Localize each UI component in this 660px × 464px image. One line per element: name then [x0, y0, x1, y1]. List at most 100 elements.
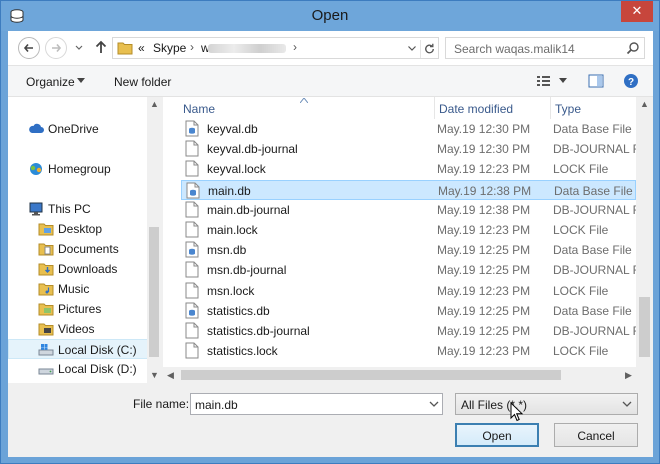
nav-item-documents[interactable]: Documents [8, 239, 148, 259]
nav-label: Local Disk (C:) [58, 343, 137, 357]
file-row[interactable]: keyval.db May.19 12:30 PM Data Base File [181, 119, 636, 139]
file-name: msn.db [207, 243, 247, 258]
nav-item-onedrive[interactable]: OneDrive [8, 119, 148, 139]
scrollbar-thumb[interactable] [181, 370, 561, 380]
file-row[interactable]: statistics.db May.19 12:25 PM Data Base Fi… [181, 301, 636, 321]
recent-locations-icon[interactable] [74, 43, 84, 53]
help-icon[interactable]: ? [623, 73, 639, 89]
file-date: May.19 12:25 PM [437, 303, 531, 318]
file-horizontal-scrollbar[interactable]: ◀ ▶ [163, 367, 636, 383]
file-date: May.19 12:25 PM [437, 324, 531, 338]
file-vertical-scrollbar[interactable]: ▲ [636, 97, 653, 383]
blank-file-icon [185, 160, 199, 177]
database-file-icon [185, 241, 199, 258]
address-separator-end[interactable]: › [293, 40, 297, 54]
title-bar[interactable]: Open ✕ [1, 1, 659, 31]
file-row[interactable]: msn.db May.19 12:25 PM Data Base File [181, 240, 636, 260]
file-row[interactable]: main.db May.19 12:38 PM Data Base File [181, 179, 636, 200]
address-overflow[interactable]: « [138, 41, 145, 55]
organize-menu[interactable]: Organize [26, 75, 75, 89]
nav-item-homegroup[interactable]: Homegroup [8, 159, 148, 179]
search-input[interactable]: Search waqas.malik14 [445, 37, 645, 59]
forward-button[interactable] [45, 37, 67, 59]
file-date: May.19 12:23 PM [437, 223, 531, 237]
nav-item-downloads[interactable]: Downloads [8, 259, 148, 279]
scrollbar-thumb[interactable] [149, 227, 159, 357]
nav-label: Videos [58, 322, 95, 336]
window-title: Open [311, 7, 349, 24]
scroll-up-arrow-icon[interactable]: ▲ [640, 99, 649, 109]
refresh-icon[interactable] [420, 40, 438, 58]
nav-item-local-disk-c[interactable]: Local Disk (C:) [8, 339, 148, 359]
nav-scrollbar[interactable]: ▲ ▼ [147, 97, 161, 383]
downloads-folder-icon [38, 263, 54, 276]
search-icon[interactable] [626, 41, 640, 55]
file-date: May.19 12:23 PM [437, 162, 531, 177]
homegroup-icon [30, 163, 42, 175]
file-type-select[interactable]: All Files (*.*) [455, 393, 638, 415]
file-name: statistics.lock [207, 344, 278, 359]
scroll-down-arrow-icon[interactable]: ▼ [150, 370, 159, 380]
nav-label: Pictures [58, 302, 102, 316]
nav-item-pictures[interactable]: Pictures [8, 299, 148, 319]
videos-folder-icon [38, 323, 54, 336]
file-row[interactable]: main.db-journal May.19 12:38 PM DB-JOURNAL… [181, 200, 652, 220]
file-type: Data Base File [553, 122, 632, 136]
new-folder-button[interactable]: New folder [114, 75, 171, 89]
nav-item-music[interactable]: Music [8, 279, 148, 299]
view-dropdown-icon[interactable] [559, 78, 567, 84]
column-date-label: Date modified [439, 102, 514, 116]
address-separator[interactable]: › [190, 40, 194, 54]
column-type-label: Type [555, 102, 582, 116]
nav-item-local-disk-d[interactable]: Local Disk (D:) [8, 359, 148, 379]
file-row[interactable]: statistics.lock May.19 12:23 PM LOCK File [181, 341, 636, 361]
database-file-icon [186, 182, 200, 199]
file-date: May.19 12:23 PM [437, 344, 531, 359]
nav-item-videos[interactable]: Videos [8, 319, 148, 339]
file-name: keyval.lock [207, 162, 266, 177]
organize-dropdown-icon[interactable] [77, 78, 85, 84]
navigation-pane: OneDrive Homegroup This PC Desktop Docum… [8, 97, 161, 383]
blank-file-icon [185, 140, 199, 157]
column-name-label: Name [183, 102, 216, 116]
close-button[interactable]: ✕ [621, 1, 653, 22]
view-options-icon[interactable] [536, 73, 552, 89]
file-row[interactable]: main.lock May.19 12:23 PM LOCK File [181, 220, 636, 240]
nav-item-desktop[interactable]: Desktop [8, 219, 148, 239]
file-row[interactable]: msn.lock May.19 12:23 PM LOCK File [181, 281, 636, 301]
file-type: Data Base File [554, 183, 633, 198]
file-row[interactable]: keyval.lock May.19 12:23 PM LOCK File [181, 159, 636, 179]
file-date: May.19 12:25 PM [437, 243, 531, 258]
scroll-left-arrow-icon[interactable]: ◀ [167, 370, 174, 381]
column-header-type[interactable]: Type [555, 97, 637, 119]
column-header-name[interactable]: Name [183, 97, 435, 119]
nav-item-this-pc[interactable]: This PC [8, 199, 148, 219]
chevron-down-icon[interactable] [426, 394, 442, 414]
address-segment-skype[interactable]: Skype [153, 41, 186, 55]
file-row[interactable]: keyval.db-journal May.19 12:30 PM DB-JOURN… [181, 139, 652, 159]
file-row[interactable]: statistics.db-journal May.19 12:25 PM DB-J… [181, 321, 652, 341]
file-name: main.db-journal [207, 202, 290, 217]
forward-arrow-icon [52, 43, 62, 53]
svg-text:?: ? [628, 77, 634, 88]
column-header-date[interactable]: Date modified [439, 97, 551, 119]
file-name: main.lock [207, 223, 258, 237]
music-folder-icon [38, 283, 54, 296]
address-bar[interactable]: « Skype › w › [112, 37, 439, 59]
nav-label: Documents [58, 242, 119, 256]
back-button[interactable] [18, 37, 40, 59]
chevron-down-icon[interactable] [405, 41, 419, 55]
file-type: LOCK File [553, 162, 609, 177]
scroll-right-arrow-icon[interactable]: ▶ [625, 370, 632, 381]
cancel-button[interactable]: Cancel [554, 423, 638, 447]
file-row[interactable]: msn.db-journal May.19 12:25 PM DB-JOURNAL … [181, 260, 652, 280]
file-date: May.19 12:25 PM [437, 263, 531, 278]
up-arrow-icon[interactable] [93, 39, 109, 55]
scroll-up-arrow-icon[interactable]: ▲ [150, 99, 159, 109]
nav-label: OneDrive [48, 122, 99, 136]
scrollbar-thumb[interactable] [639, 297, 650, 357]
chevron-down-icon[interactable] [619, 396, 635, 412]
file-name-field[interactable]: main.db [190, 393, 443, 415]
preview-pane-icon[interactable] [588, 73, 604, 89]
open-button[interactable]: Open [455, 423, 539, 447]
